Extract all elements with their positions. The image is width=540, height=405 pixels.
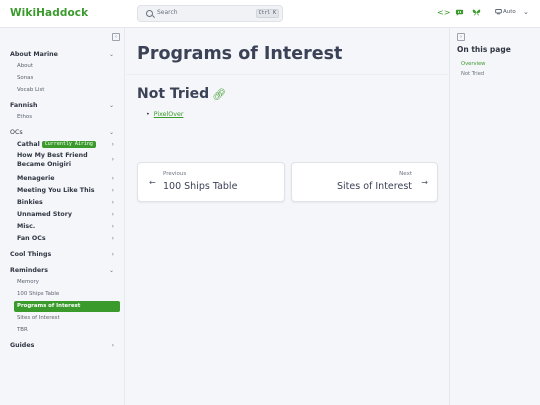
- chevron-right-icon: ›: [111, 199, 114, 206]
- sidebar-item-ethos[interactable]: Ethos: [17, 113, 120, 122]
- chevron-right-icon: ›: [111, 235, 114, 242]
- sidebar-category-ocs[interactable]: OCs ⌄: [10, 128, 120, 137]
- search-shortcut: Ctrl K: [255, 8, 279, 18]
- chevron-right-icon: ›: [111, 211, 114, 218]
- section-heading-text: Not Tried: [137, 86, 210, 102]
- sidebar-item-meeting-you[interactable]: Meeting You Like This ›: [17, 186, 120, 195]
- butterfly-icon[interactable]: [472, 8, 481, 20]
- chevron-right-icon: ›: [111, 175, 114, 182]
- theme-selector[interactable]: Auto: [503, 9, 516, 15]
- page-title: Programs of Interest: [137, 44, 343, 64]
- sidebar-item-programs-of-interest[interactable]: Programs of Interest: [14, 301, 120, 312]
- sidebar-category-cool-things[interactable]: Cool Things ›: [10, 250, 120, 259]
- chevron-down-icon: ⌄: [108, 51, 114, 58]
- sidebar-item-memory[interactable]: Memory: [17, 278, 120, 287]
- collapse-sidebar-icon[interactable]: ‹: [112, 33, 120, 41]
- arrow-left-icon: ←: [149, 178, 156, 187]
- chevron-right-icon: ›: [111, 223, 114, 230]
- status-badge: Currently Airing: [41, 141, 96, 148]
- divider: [126, 74, 449, 75]
- table-of-contents: › On this page Overview Not Tried: [449, 28, 540, 405]
- sidebar-item-fan-ocs[interactable]: Fan OCs ›: [17, 234, 120, 243]
- main-content: Programs of Interest Not Tried 🔗︎ • Pixel…: [126, 28, 449, 405]
- bullet-dot: •: [146, 111, 154, 118]
- chevron-right-icon: ›: [111, 342, 114, 349]
- chevron-right-icon: ›: [111, 141, 114, 148]
- previous-page-title: 100 Ships Table: [163, 181, 238, 192]
- site-logo[interactable]: WikiHaddock: [10, 7, 88, 19]
- mastodon-icon[interactable]: [455, 8, 464, 20]
- sidebar-category-fannish[interactable]: Fannish ⌄: [10, 101, 120, 110]
- sidebar-category-about-marine[interactable]: About Marine ⌄: [10, 50, 120, 59]
- search-icon: [146, 10, 153, 17]
- search-box[interactable]: Search Ctrl K: [137, 5, 283, 22]
- arrow-right-icon: →: [421, 178, 428, 187]
- sidebar-item-binkies[interactable]: Binkies ›: [17, 198, 120, 207]
- code-icon[interactable]: <>: [437, 8, 450, 18]
- sidebar-category-reminders[interactable]: Reminders ⌄: [10, 266, 120, 275]
- chevron-right-icon: ›: [111, 156, 114, 163]
- sidebar-item-about[interactable]: About: [17, 62, 120, 71]
- pixelover-link[interactable]: PixelOver: [154, 111, 184, 118]
- previous-label: Previous: [163, 171, 187, 177]
- previous-page-button[interactable]: ← Previous 100 Ships Table: [137, 162, 285, 202]
- sidebar-category-guides[interactable]: Guides ›: [10, 341, 120, 350]
- sidebar: ‹ About Marine ⌄ About Sonas Vocab List F…: [0, 28, 125, 405]
- search-placeholder: Search: [157, 9, 178, 16]
- chevron-right-icon: ›: [111, 251, 114, 258]
- sidebar-item-tbr[interactable]: TBR: [17, 326, 120, 335]
- chevron-down-icon: ⌄: [108, 267, 114, 274]
- next-page-title: Sites of Interest: [337, 181, 412, 192]
- sidebar-item-vocab-list[interactable]: Vocab List: [17, 86, 120, 95]
- next-label: Next: [399, 171, 412, 177]
- next-page-button[interactable]: Next Sites of Interest →: [291, 162, 438, 202]
- sidebar-item-misc[interactable]: Misc. ›: [17, 222, 120, 231]
- sidebar-item-unnamed-story[interactable]: Unnamed Story ›: [17, 210, 120, 219]
- sidebar-item-cathal[interactable]: Cathal Currently Airing ›: [17, 140, 120, 149]
- link-icon[interactable]: 🔗︎: [212, 88, 226, 101]
- top-header: WikiHaddock Search Ctrl K <> Auto ⌄: [0, 0, 540, 28]
- theme-icon: [495, 8, 502, 18]
- list-item: • PixelOver: [146, 111, 183, 118]
- sidebar-item-menagerie[interactable]: Menagerie ›: [17, 174, 120, 183]
- chevron-right-icon: ›: [111, 187, 114, 194]
- collapse-toc-icon[interactable]: ›: [457, 33, 465, 41]
- section-heading: Not Tried 🔗︎: [137, 86, 226, 102]
- toc-title: On this page: [457, 45, 511, 54]
- sidebar-item-sites-of-interest[interactable]: Sites of Interest: [17, 314, 120, 323]
- sidebar-item-100-ships-table[interactable]: 100 Ships Table: [17, 290, 120, 299]
- sidebar-item-how-my-best-friend[interactable]: How My Best Friend Became Onigiri ›: [17, 152, 120, 169]
- sidebar-item-sonas[interactable]: Sonas: [17, 74, 120, 83]
- chevron-down-icon: ⌄: [108, 102, 114, 109]
- chevron-down-icon[interactable]: ⌄: [523, 8, 529, 16]
- toc-item-overview[interactable]: Overview: [461, 61, 485, 67]
- toc-item-not-tried[interactable]: Not Tried: [461, 71, 484, 77]
- chevron-down-icon: ⌄: [108, 129, 114, 136]
